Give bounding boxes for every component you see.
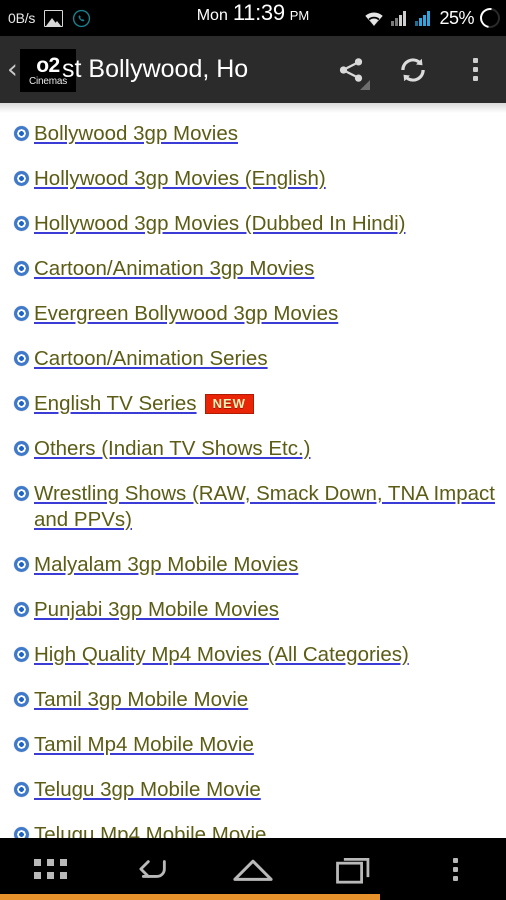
list-item[interactable]: Punjabi 3gp Mobile Movies — [0, 597, 506, 623]
page-title: st Bollywood, Ho — [62, 55, 249, 83]
menu-dots-icon — [452, 857, 458, 881]
category-link[interactable]: Punjabi 3gp Mobile Movies — [34, 598, 279, 621]
list-item[interactable]: Telugu Mp4 Mobile Movie — [0, 822, 506, 838]
list-item[interactable]: Malyalam 3gp Mobile Movies — [0, 552, 506, 578]
status-bar: 0B/s Mon 11:39 PM 25% — [0, 0, 506, 36]
category-link[interactable]: Tamil Mp4 Mobile Movie — [34, 733, 254, 756]
category-link[interactable]: Tamil 3gp Mobile Movie — [34, 688, 248, 711]
play-bullet-icon — [14, 351, 29, 366]
web-content[interactable]: Bollywood 3gp Movies Hollywood 3gp Movies… — [0, 103, 506, 838]
clock-ampm: PM — [289, 8, 310, 23]
recents-icon — [336, 857, 370, 884]
apps-button[interactable] — [0, 838, 101, 900]
category-link[interactable]: Others (Indian TV Shows Etc.) — [34, 437, 310, 460]
app-bar: ‹ o2 Cinemas st Bollywood, Ho — [0, 36, 506, 103]
home-button[interactable] — [202, 838, 303, 900]
apps-grid-icon — [34, 859, 68, 879]
progress-bar-fill — [0, 894, 380, 900]
category-link[interactable]: Malyalam 3gp Mobile Movies — [34, 553, 298, 576]
clock-day: Mon — [196, 7, 228, 24]
play-bullet-icon — [14, 306, 29, 321]
battery-percent-label: 25% — [439, 7, 474, 28]
list-item[interactable]: Tamil Mp4 Mobile Movie — [0, 732, 506, 758]
category-link[interactable]: Hollywood 3gp Movies (Dubbed In Hindi) — [34, 212, 405, 235]
list-item[interactable]: Hollywood 3gp Movies (Dubbed In Hindi) — [0, 211, 506, 237]
category-link[interactable]: Wrestling Shows (RAW, Smack Down, TNA Im… — [34, 482, 495, 531]
play-bullet-icon — [14, 782, 29, 797]
menu-button[interactable] — [405, 838, 506, 900]
play-bullet-icon — [14, 827, 29, 838]
play-bullet-icon — [14, 216, 29, 231]
play-bullet-icon — [14, 602, 29, 617]
status-bar-left: 0B/s — [8, 9, 91, 28]
recents-button[interactable] — [304, 838, 405, 900]
category-link[interactable]: Telugu Mp4 Mobile Movie — [34, 823, 266, 838]
phone-screen: 0B/s Mon 11:39 PM 25% ‹ o2 Cinemas st Bo… — [0, 0, 506, 900]
refresh-icon — [401, 57, 425, 82]
list-item[interactable]: Wrestling Shows (RAW, Smack Down, TNA Im… — [0, 481, 506, 533]
play-bullet-icon — [14, 171, 29, 186]
play-bullet-icon — [14, 441, 29, 456]
signal-icon-sim1 — [391, 10, 409, 26]
share-button[interactable] — [320, 36, 382, 103]
category-link[interactable]: Cartoon/Animation Series — [34, 347, 268, 370]
app-logo-primary: o2 — [36, 53, 60, 77]
list-item[interactable]: Bollywood 3gp Movies — [0, 121, 506, 147]
list-item[interactable]: Telugu 3gp Mobile Movie — [0, 777, 506, 803]
status-bar-right: 25% — [363, 0, 504, 36]
list-item[interactable]: Cartoon/Animation 3gp Movies — [0, 256, 506, 282]
category-link[interactable]: High Quality Mp4 Movies (All Categories) — [34, 643, 409, 666]
category-link[interactable]: Cartoon/Animation 3gp Movies — [34, 257, 314, 280]
overflow-dots-icon — [472, 58, 478, 81]
network-speed-label: 0B/s — [8, 10, 36, 26]
back-arrow-icon — [139, 860, 166, 878]
back-button[interactable] — [101, 838, 202, 900]
list-item[interactable]: Evergreen Bollywood 3gp Movies — [0, 301, 506, 327]
list-item[interactable]: Cartoon/Animation Series — [0, 346, 506, 372]
category-link[interactable]: Evergreen Bollywood 3gp Movies — [34, 302, 338, 325]
home-icon — [233, 859, 273, 881]
play-bullet-icon — [14, 261, 29, 276]
play-bullet-icon — [14, 126, 29, 141]
app-bar-actions — [320, 36, 506, 103]
play-bullet-icon — [14, 486, 29, 501]
play-bullet-icon — [14, 692, 29, 707]
list-item[interactable]: High Quality Mp4 Movies (All Categories) — [0, 642, 506, 668]
whatsapp-icon — [72, 9, 91, 28]
overflow-menu-button[interactable] — [444, 36, 506, 103]
list-item[interactable]: Hollywood 3gp Movies (English) — [0, 166, 506, 192]
share-dropdown-caret-icon — [360, 80, 370, 90]
gallery-icon — [44, 9, 64, 27]
play-bullet-icon — [14, 557, 29, 572]
category-link-list: Bollywood 3gp Movies Hollywood 3gp Movies… — [0, 103, 506, 838]
play-bullet-icon — [14, 737, 29, 752]
clock-time: 11:39 — [232, 0, 285, 25]
signal-icon-sim2 — [415, 10, 433, 26]
wifi-icon — [363, 10, 385, 27]
battery-icon — [476, 4, 504, 32]
page-load-progress-bar — [0, 894, 506, 900]
list-item[interactable]: Tamil 3gp Mobile Movie — [0, 687, 506, 713]
refresh-button[interactable] — [382, 36, 444, 103]
category-link[interactable]: Hollywood 3gp Movies (English) — [34, 167, 326, 190]
system-navigation-bar — [0, 838, 506, 900]
list-item[interactable]: English TV Series NEW — [0, 391, 506, 417]
category-link[interactable]: Bollywood 3gp Movies — [34, 122, 238, 145]
category-link[interactable]: English TV Series — [34, 392, 197, 415]
play-bullet-icon — [14, 396, 29, 411]
new-badge: NEW — [204, 394, 254, 414]
play-bullet-icon — [14, 647, 29, 662]
list-item[interactable]: Others (Indian TV Shows Etc.) — [0, 436, 506, 462]
category-link[interactable]: Telugu 3gp Mobile Movie — [34, 778, 261, 801]
